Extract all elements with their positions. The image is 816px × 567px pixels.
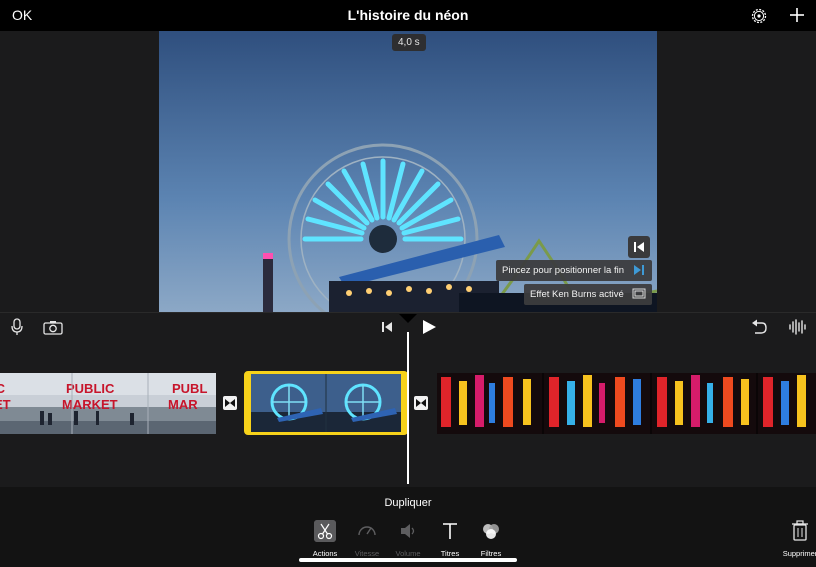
filters-icon [483, 524, 499, 539]
delete-button[interactable]: Supprimer [780, 520, 816, 558]
scissors-icon [314, 520, 336, 542]
text-icon [443, 523, 457, 539]
project-title: L'histoire du néon [347, 7, 469, 23]
market-sign-public-1: PUBLIC [66, 381, 115, 396]
neon-thumbnails [437, 373, 816, 434]
speedometer-icon [358, 526, 376, 536]
trash-icon [792, 520, 808, 541]
speaker-icon [401, 524, 415, 538]
play-icon[interactable] [421, 319, 437, 335]
playhead[interactable] [407, 332, 409, 484]
ken-burns-icon[interactable] [632, 288, 646, 300]
camera-icon[interactable] [43, 320, 63, 335]
play-end-icon [634, 265, 644, 275]
transition-icon[interactable] [223, 396, 237, 410]
delete-label: Supprimer [782, 549, 816, 558]
tooltip-position-end-text: Pincez pour positionner la fin [502, 265, 624, 276]
transition-icon[interactable] [414, 396, 428, 410]
duration-badge: 4,0 s [392, 34, 426, 51]
tooltip-ken-burns-text: Effet Ken Burns activé [530, 289, 624, 300]
undo-icon[interactable] [751, 319, 768, 335]
tool-filters-label: Filtres [480, 549, 502, 558]
tooltip-position-end: Pincez pour positionner la fin [496, 260, 652, 281]
playhead-marker [399, 314, 417, 323]
tooltip-ken-burns: Effet Ken Burns activé [524, 284, 652, 305]
skip-back-icon[interactable] [381, 321, 393, 333]
ferris-wheel-thumbnails [251, 374, 401, 432]
clip-neon-signs[interactable] [437, 373, 816, 434]
skip-to-start-icon[interactable] [628, 236, 650, 258]
svg-text:IC: IC [0, 381, 6, 396]
market-sign-market-1: MARKET [62, 397, 118, 412]
clip-market[interactable]: IC ET PUBLIC MARKET PUBL MAR [0, 373, 216, 434]
clip-ferris-wheel-selected[interactable] [244, 371, 408, 435]
svg-text:ET: ET [0, 397, 11, 412]
microphone-icon[interactable] [10, 318, 24, 336]
gear-icon[interactable] [750, 7, 768, 25]
home-indicator[interactable] [299, 558, 517, 562]
svg-text:PUBL: PUBL [172, 381, 207, 396]
plus-icon[interactable] [788, 6, 806, 24]
tool-filters[interactable]: Filtres [466, 520, 516, 558]
svg-text:MAR: MAR [168, 397, 198, 412]
duplicate-action-label[interactable]: Dupliquer [0, 497, 816, 509]
waveform-icon[interactable] [788, 318, 806, 336]
top-bar: OK L'histoire du néon [0, 0, 816, 31]
market-thumbnails: IC ET PUBLIC MARKET PUBL MAR [0, 373, 216, 434]
